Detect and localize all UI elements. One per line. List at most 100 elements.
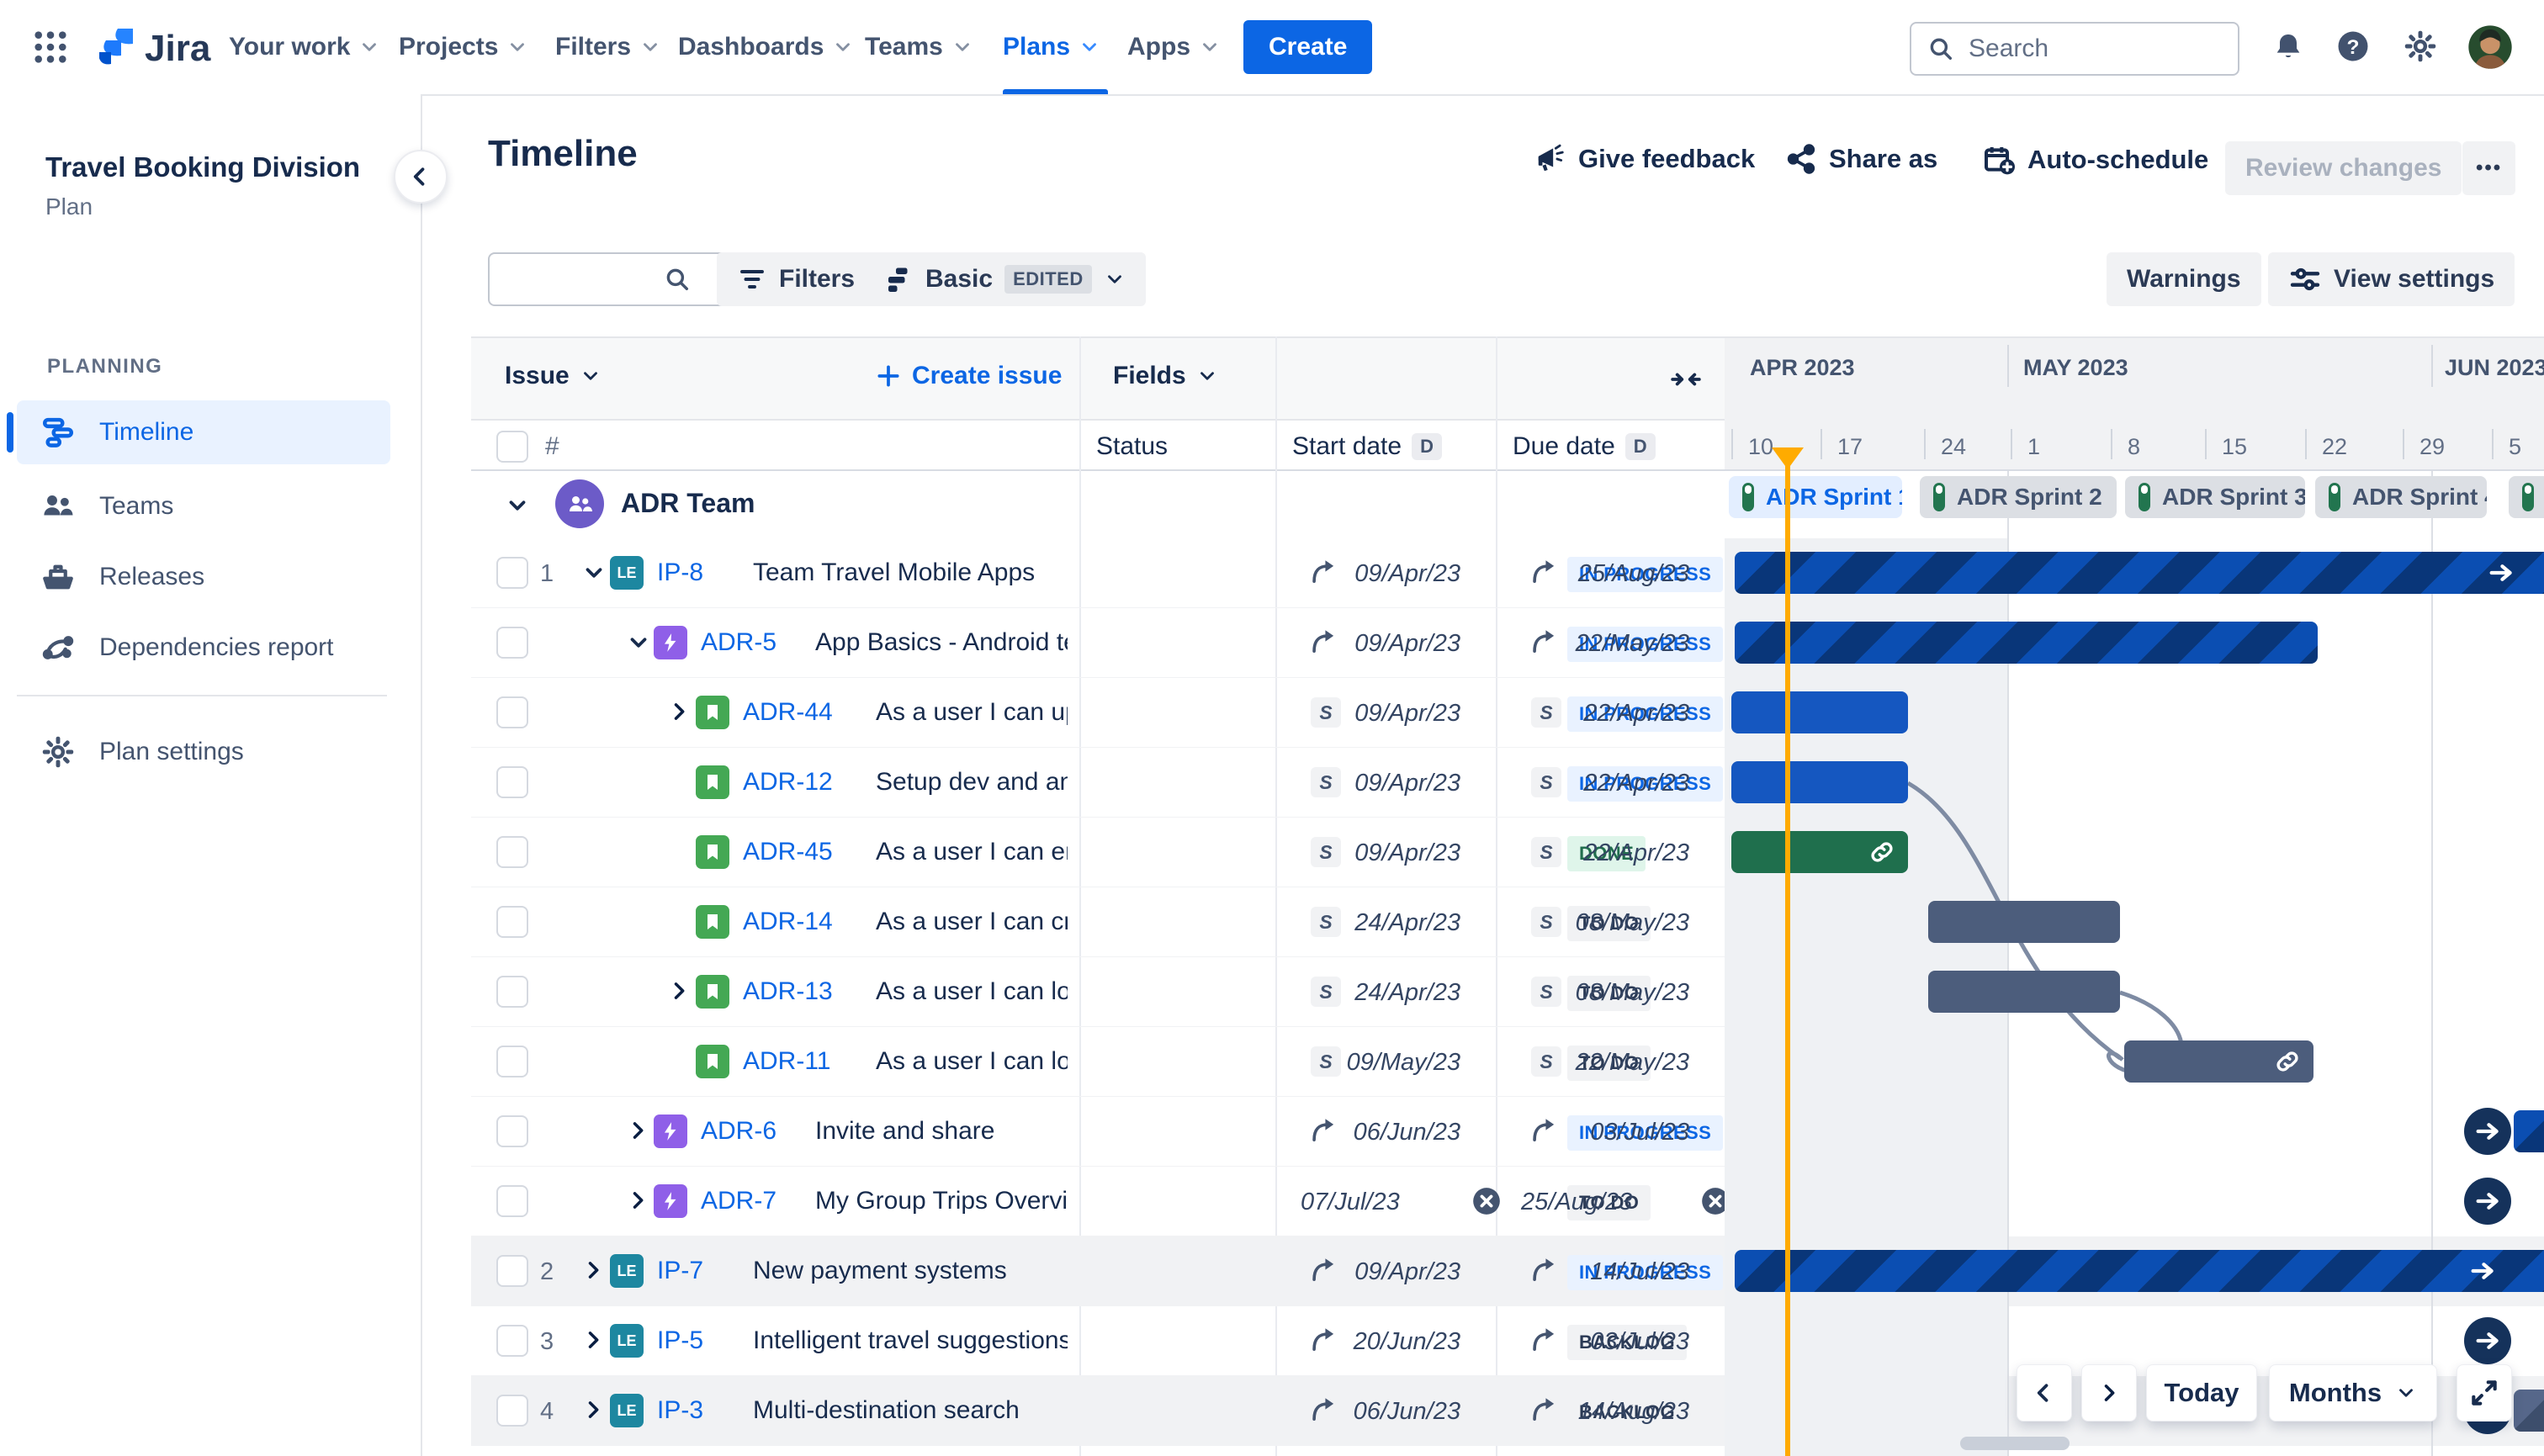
more-actions-button[interactable]: ••• [2462, 141, 2516, 195]
issue-summary[interactable]: Multi-destination search [753, 1396, 1020, 1425]
due-date-value[interactable]: 22/May/23 [1529, 630, 1689, 658]
gantt-bar-ip-7[interactable] [1735, 1250, 2544, 1292]
issue-row-adr-13[interactable]: ADR-13As a user I can log i...TO DOS24/A… [471, 957, 1725, 1027]
issue-key[interactable]: ADR-13 [743, 977, 833, 1006]
issue-row-adr-45[interactable]: ADR-45As a user I can ena...DONES09/Apr/… [471, 818, 1725, 887]
start-date-value[interactable]: 20/Jun/23 [1309, 1328, 1460, 1356]
row-checkbox[interactable] [496, 976, 528, 1008]
scroll-to-bar-button-adr-6[interactable] [2464, 1108, 2511, 1155]
avatar[interactable] [2467, 24, 2514, 71]
app-switcher-icon[interactable] [34, 30, 67, 64]
issue-row-adr-7[interactable]: ADR-7My Group Trips OverviewTO DO07/Jul/… [471, 1167, 1729, 1236]
start-date-value[interactable]: 09/Apr/23 [1309, 560, 1460, 588]
row-checkbox[interactable] [496, 1185, 528, 1217]
nav-item-filters[interactable]: Filters [555, 22, 661, 72]
team-row[interactable]: ADR Team [471, 471, 1725, 538]
gantt-bar-adr-12[interactable] [1731, 761, 1908, 803]
issue-key[interactable]: ADR-5 [701, 628, 776, 657]
sidebar-item-releases[interactable]: Releases [17, 545, 390, 609]
issue-key[interactable]: IP-7 [657, 1257, 703, 1285]
due-date-value[interactable]: 03/Jul/23 [1529, 1119, 1689, 1146]
issue-key[interactable]: IP-3 [657, 1396, 703, 1425]
view-settings-button[interactable]: View settings [2268, 252, 2515, 306]
gantt-bar-adr-13[interactable] [1928, 971, 2120, 1013]
auto-schedule-button[interactable]: Auto-schedule [1982, 143, 2208, 177]
zoom-level-select[interactable]: Months [2269, 1364, 2437, 1422]
create-issue-button[interactable]: Create issue [875, 362, 1062, 390]
due-date-value[interactable]: 14/Jul/23 [1529, 1258, 1689, 1286]
global-search[interactable] [1910, 22, 2239, 76]
fullscreen-button[interactable] [2457, 1364, 2512, 1422]
start-date-value[interactable]: 09/May/23 [1309, 1049, 1460, 1077]
issue-row-ip-3[interactable]: 4 LE IP-3 Multi-destination search BACKLOG 06… [471, 1376, 1725, 1446]
start-date-value[interactable]: 06/Jun/23 [1309, 1398, 1460, 1426]
horizontal-scrollbar[interactable] [1960, 1437, 2070, 1450]
chevron-right-icon[interactable] [581, 1398, 605, 1422]
gantt-bar-adr-45[interactable] [1731, 831, 1908, 873]
gantt-bar-ip-8[interactable] [1735, 552, 2544, 594]
start-date-value[interactable]: 07/Jul/23 [1301, 1189, 1400, 1216]
issue-summary[interactable]: As a user I can cre... [876, 908, 1068, 936]
issue-summary[interactable]: My Group Trips Overview [815, 1187, 1068, 1215]
due-date-value[interactable]: 25/Aug/23 [1529, 560, 1689, 588]
issue-key[interactable]: ADR-14 [743, 908, 833, 936]
issue-row-adr-5[interactable]: ADR-5App Basics - Android testIN PROGRES… [471, 608, 1725, 678]
dependency-link-icon[interactable] [1868, 838, 1896, 866]
share-as-button[interactable]: Share as [1785, 143, 1937, 175]
timeline-search[interactable] [488, 252, 727, 306]
issue-summary[interactable]: As a user I can ena... [876, 838, 1068, 866]
issue-summary[interactable]: Team Travel Mobile Apps [753, 559, 1035, 587]
start-date-value[interactable]: 24/Apr/23 [1309, 979, 1460, 1007]
filters-button[interactable]: Filters [717, 252, 876, 306]
issue-summary[interactable]: As a user I can log i... [876, 1047, 1068, 1076]
nav-item-teams[interactable]: Teams [865, 22, 973, 72]
notifications-icon[interactable] [2271, 30, 2305, 64]
issue-row-adr-11[interactable]: ADR-11As a user I can log i...TO DOS09/M… [471, 1027, 1725, 1097]
gantt-bar-adr-44[interactable] [1731, 691, 1908, 733]
sidebar-item-plan-settings[interactable]: Plan settings [17, 720, 390, 784]
row-checkbox[interactable] [496, 1046, 528, 1077]
issue-summary[interactable]: App Basics - Android test [815, 628, 1068, 657]
issue-key[interactable]: ADR-6 [701, 1117, 776, 1146]
remove-date-icon[interactable] [1471, 1185, 1503, 1217]
scroll-right-button[interactable] [2081, 1364, 2137, 1422]
issue-summary[interactable]: Intelligent travel suggestions [753, 1326, 1068, 1355]
chevron-right-icon[interactable] [667, 979, 691, 1003]
gantt-bar-edge-adr-6[interactable] [2514, 1110, 2544, 1152]
issue-key[interactable]: ADR-12 [743, 768, 833, 797]
row-checkbox[interactable] [496, 627, 528, 659]
issue-summary[interactable]: Setup dev and and ... [876, 768, 1068, 797]
issue-row-adr-6[interactable]: ADR-6 Invite and share IN PROGRESS 06/Jun/2… [471, 1097, 1725, 1167]
chevron-right-icon[interactable] [581, 1258, 605, 1282]
start-date-value[interactable]: 09/Apr/23 [1309, 839, 1460, 867]
issue-key[interactable]: ADR-11 [743, 1047, 830, 1076]
row-checkbox[interactable] [496, 696, 528, 728]
settings-gear-icon[interactable] [2403, 29, 2438, 64]
row-checkbox[interactable] [496, 1255, 528, 1287]
scroll-to-bar-button-ip-5[interactable] [2464, 1317, 2511, 1364]
start-date-value[interactable]: 09/Apr/23 [1309, 1258, 1460, 1286]
timeline-search-input[interactable] [505, 264, 651, 294]
start-date-value[interactable]: 06/Jun/23 [1309, 1119, 1460, 1146]
due-date-value[interactable]: 22/May/23 [1529, 1049, 1689, 1077]
due-date-value[interactable]: 08/May/23 [1529, 979, 1689, 1007]
scroll-left-button[interactable] [2017, 1364, 2072, 1422]
nav-item-plans[interactable]: Plans [1003, 22, 1100, 72]
chevron-right-icon[interactable] [667, 700, 691, 723]
create-button[interactable]: Create [1243, 20, 1373, 74]
issue-row-ip-6[interactable]: 5LEIP-6Performance level-upBACKLOG27/Aug… [471, 1446, 1725, 1456]
review-changes-button[interactable]: Review changes [2225, 141, 2462, 195]
issue-row-adr-14[interactable]: ADR-14As a user I can cre...TO DOS24/Apr… [471, 887, 1725, 957]
start-date-value[interactable]: 09/Apr/23 [1309, 630, 1460, 658]
due-date-value[interactable]: 22/Apr/23 [1529, 700, 1689, 728]
issue-key[interactable]: IP-8 [657, 559, 703, 587]
sidebar-item-teams[interactable]: Teams [17, 474, 390, 538]
issue-row-adr-12[interactable]: ADR-12Setup dev and and ...IN PROGRESSS0… [471, 748, 1725, 818]
issue-summary[interactable]: Invite and share [815, 1117, 994, 1146]
today-button[interactable]: Today [2146, 1364, 2257, 1422]
fields-column-header[interactable]: Fields [1113, 362, 1218, 390]
sidebar-item-timeline[interactable]: Timeline [7, 400, 390, 464]
due-date-value[interactable]: 14/Aug/23 [1529, 1398, 1689, 1426]
issue-summary[interactable]: New payment systems [753, 1257, 1007, 1285]
row-checkbox[interactable] [496, 557, 528, 589]
